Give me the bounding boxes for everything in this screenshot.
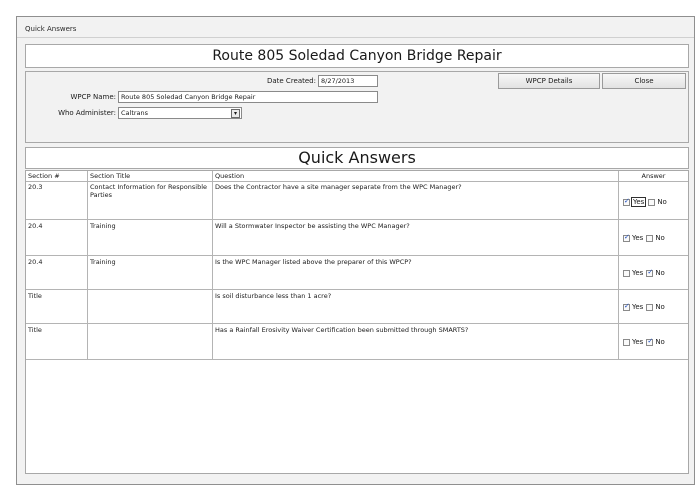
- date-created-label: Date Created:: [266, 77, 316, 85]
- answer-group: Yes No: [623, 233, 668, 242]
- chevron-down-icon[interactable]: ▾: [231, 109, 240, 118]
- yes-label: Yes: [632, 338, 644, 346]
- answer-group: Yes No: [623, 302, 668, 311]
- row-section: 20.4: [28, 222, 43, 230]
- no-label: No: [655, 269, 665, 277]
- yes-label: Yes: [632, 303, 644, 311]
- column-header-answer: Answer: [641, 172, 666, 180]
- quick-answers-window: Quick Answers Route 805 Soledad Canyon B…: [16, 16, 695, 485]
- wpcp-name-label: WPCP Name:: [70, 93, 117, 101]
- row-section: 20.4: [28, 258, 43, 266]
- row-section: Title: [28, 326, 42, 334]
- no-checkbox[interactable]: [646, 303, 654, 311]
- date-created-field[interactable]: 8/27/2013: [318, 75, 378, 87]
- table-divider: [26, 181, 688, 182]
- table-divider: [618, 171, 619, 359]
- no-label: No: [657, 198, 667, 206]
- close-button[interactable]: Close: [602, 73, 686, 89]
- project-title: Route 805 Soledad Canyon Bridge Repair: [25, 44, 689, 68]
- yes-checkbox[interactable]: [623, 197, 630, 206]
- no-checkbox[interactable]: [646, 234, 654, 242]
- row-section: Title: [28, 292, 42, 300]
- yes-checkbox[interactable]: [623, 233, 630, 242]
- row-question: Does the Contractor have a site manager …: [215, 183, 462, 191]
- table-divider: [26, 323, 688, 324]
- wpcp-name-field[interactable]: Route 805 Soledad Canyon Bridge Repair: [118, 91, 378, 103]
- table-divider: [212, 171, 213, 359]
- no-label: No: [655, 303, 665, 311]
- row-question: Is the WPC Manager listed above the prep…: [215, 258, 412, 266]
- project-form: Date Created: 8/27/2013 WPCP Details Clo…: [25, 71, 689, 143]
- yes-label: Yes: [630, 197, 647, 207]
- row-question: Has a Rainfall Erosivity Waiver Certific…: [215, 326, 469, 334]
- row-title: Training: [90, 258, 116, 266]
- quick-answers-heading: Quick Answers: [25, 147, 689, 169]
- answer-group: Yes No: [623, 268, 668, 277]
- table-divider: [87, 171, 88, 359]
- yes-checkbox[interactable]: [623, 269, 630, 277]
- row-question: Is soil disturbance less than 1 acre?: [215, 292, 332, 300]
- answer-group: Yes No: [623, 337, 668, 346]
- no-checkbox[interactable]: [646, 268, 654, 277]
- who-administer-value: Caltrans: [121, 109, 149, 117]
- no-checkbox[interactable]: [648, 198, 656, 206]
- table-divider: [26, 359, 688, 360]
- title-divider: [17, 37, 694, 38]
- quick-answers-table: Section # Section Title Question Answer …: [25, 170, 689, 474]
- row-section: 20.3: [28, 183, 43, 191]
- row-title: Training: [90, 222, 116, 230]
- row-question: Will a Stormwater Inspector be assisting…: [215, 222, 410, 230]
- who-administer-label: Who Administer:: [58, 109, 116, 117]
- yes-checkbox[interactable]: [623, 302, 630, 311]
- yes-label: Yes: [632, 269, 644, 277]
- table-divider: [26, 219, 688, 220]
- no-label: No: [655, 234, 665, 242]
- window-title: Quick Answers: [25, 25, 77, 33]
- answer-group: Yes No: [623, 197, 670, 207]
- row-title: Contact Information for Responsible Part…: [90, 183, 208, 199]
- no-checkbox[interactable]: [646, 337, 654, 346]
- wpcp-details-button[interactable]: WPCP Details: [498, 73, 600, 89]
- table-divider: [26, 255, 688, 256]
- table-divider: [26, 289, 688, 290]
- yes-checkbox[interactable]: [623, 338, 630, 346]
- column-header-section: Section #: [28, 172, 60, 180]
- yes-label: Yes: [632, 234, 644, 242]
- column-header-question: Question: [215, 172, 245, 180]
- who-administer-select[interactable]: Caltrans ▾: [118, 107, 242, 119]
- column-header-title: Section Title: [90, 172, 131, 180]
- no-label: No: [655, 338, 665, 346]
